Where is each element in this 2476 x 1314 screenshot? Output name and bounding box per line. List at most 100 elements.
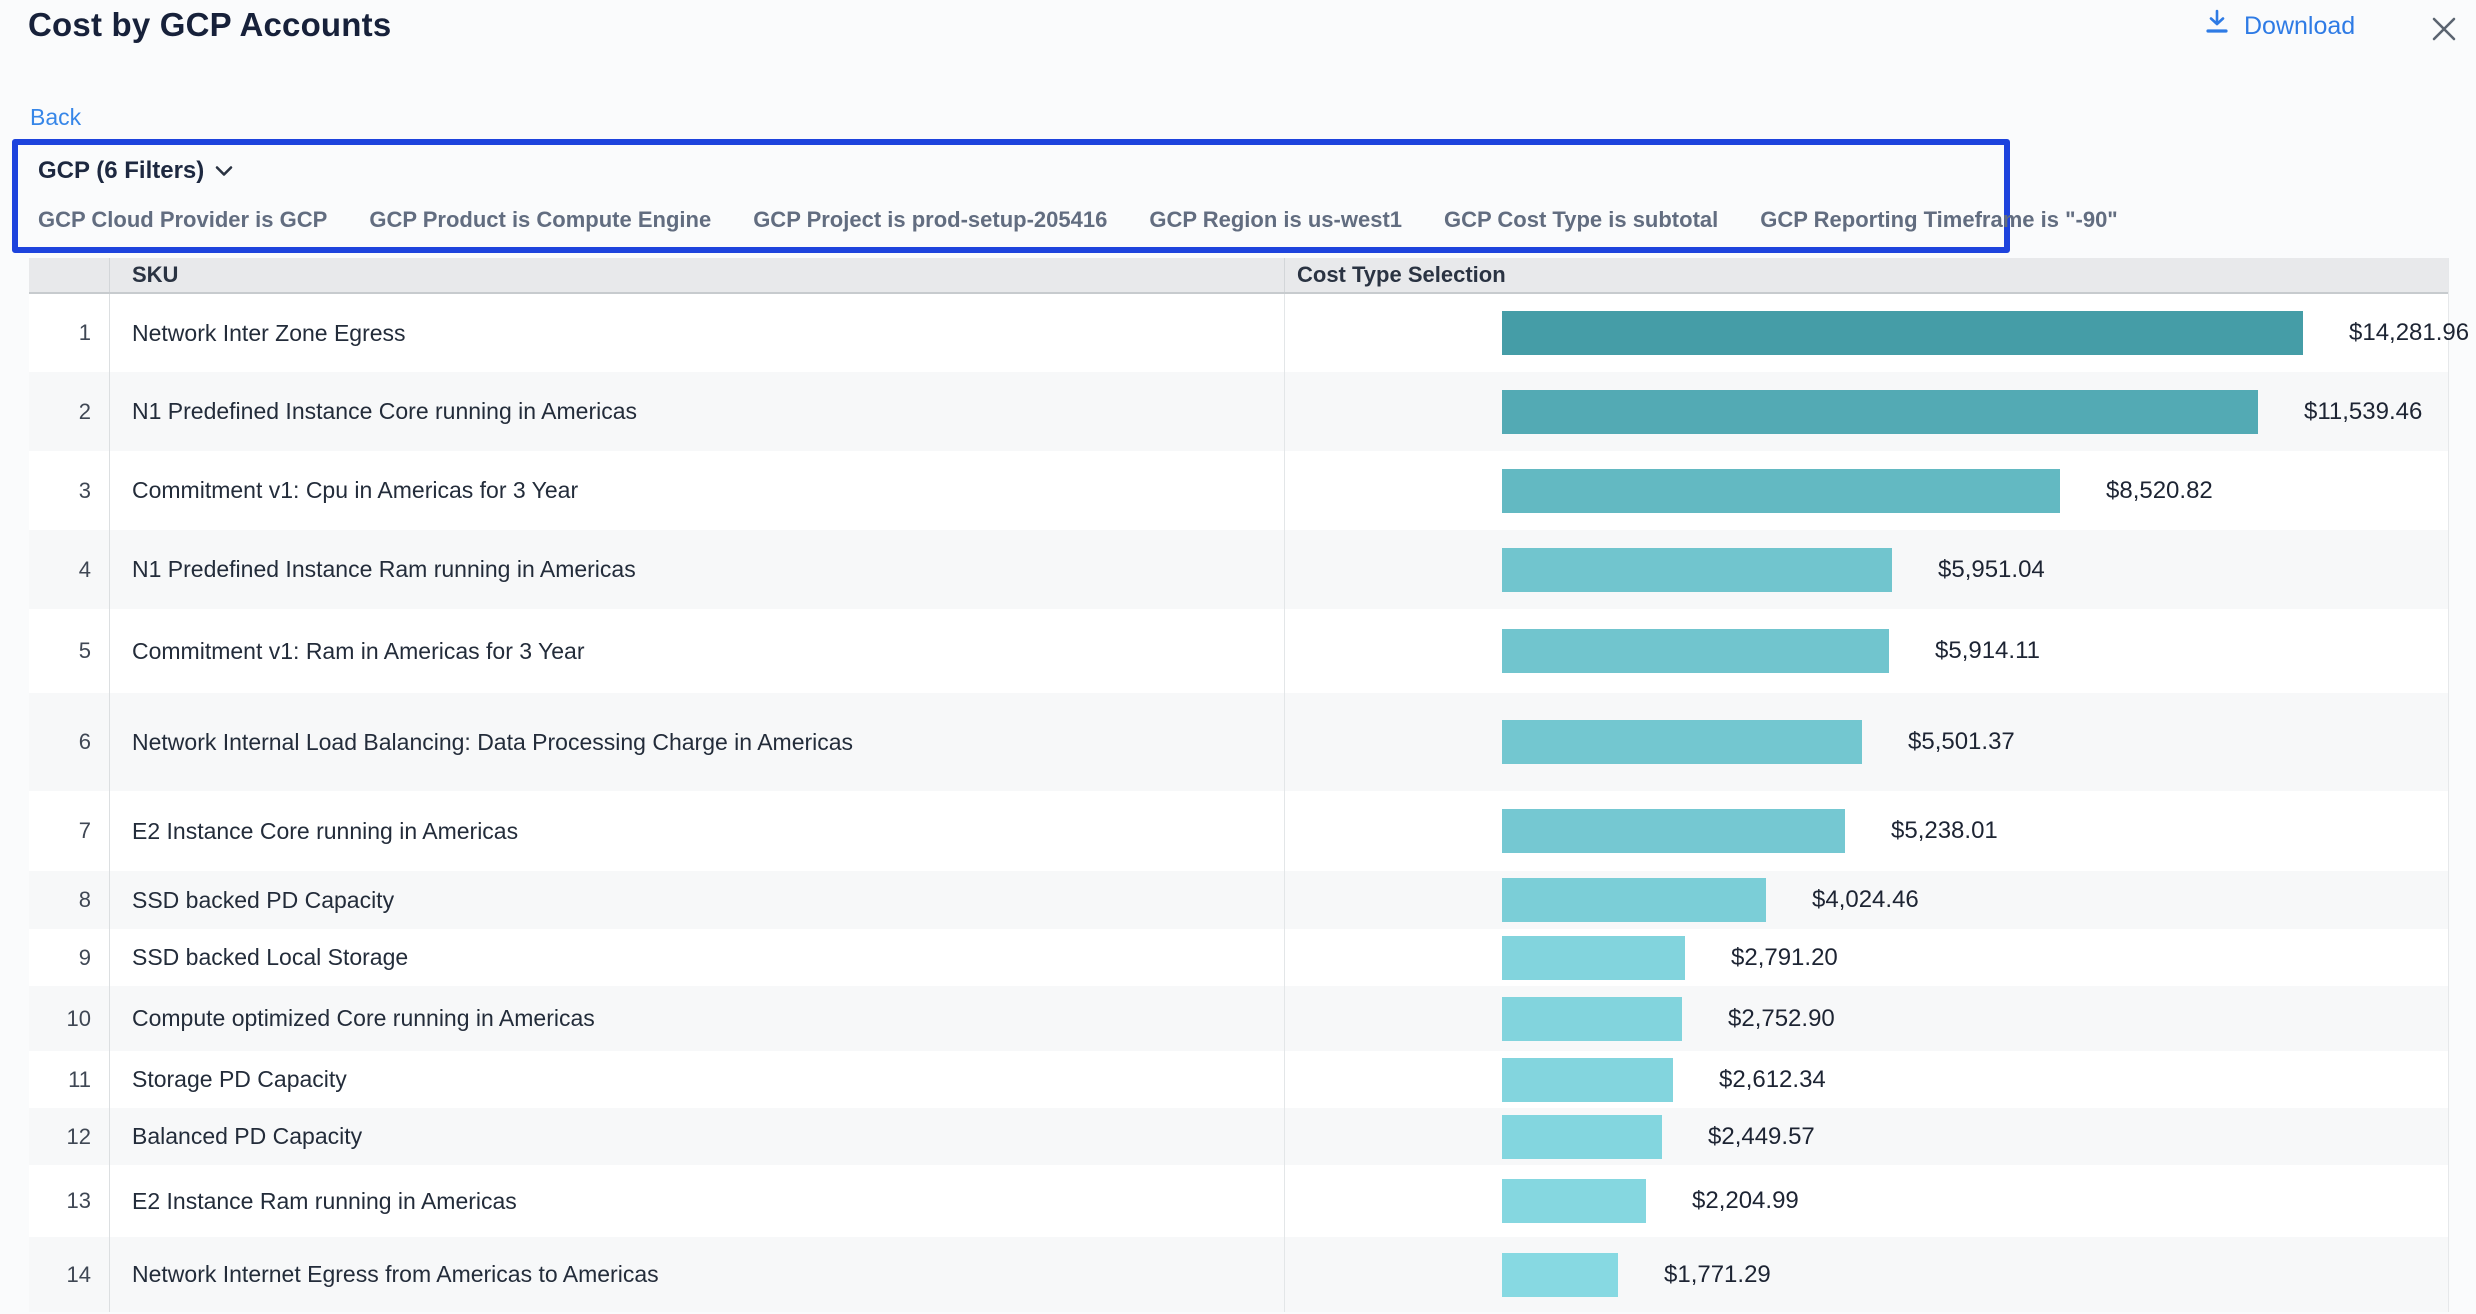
row-number: 13 bbox=[29, 1165, 110, 1237]
table-row: 3 Commitment v1: Cpu in Americas for 3 Y… bbox=[29, 451, 2448, 530]
table-body: 1 Network Inter Zone Egress $14,281.96 2… bbox=[29, 294, 2448, 1312]
cost-bar[interactable] bbox=[1502, 936, 1685, 980]
cost-table: SKU Cost Type Selection 1 Network Inter … bbox=[29, 258, 2449, 1312]
sku-cell: SSD backed PD Capacity bbox=[110, 871, 1285, 929]
cost-value-label: $5,501.37 bbox=[1908, 728, 2015, 756]
cost-bar[interactable] bbox=[1502, 548, 1892, 592]
table-row: 2 N1 Predefined Instance Core running in… bbox=[29, 372, 2448, 451]
row-number: 12 bbox=[29, 1108, 110, 1165]
table-row: 4 N1 Predefined Instance Ram running in … bbox=[29, 530, 2448, 609]
row-number: 1 bbox=[29, 294, 110, 372]
cost-bar[interactable] bbox=[1502, 720, 1862, 764]
column-header-sku: SKU bbox=[110, 258, 1285, 292]
bar-cell: $1,771.29 bbox=[1285, 1237, 2448, 1312]
sku-cell: Commitment v1: Cpu in Americas for 3 Yea… bbox=[110, 451, 1285, 530]
cost-by-gcp-accounts-panel: Cost by GCP Accounts Download Back GCP (… bbox=[0, 0, 2476, 1314]
cost-value-label: $5,951.04 bbox=[1938, 556, 2045, 584]
chevron-down-icon bbox=[214, 157, 234, 185]
bar-cell: $5,238.01 bbox=[1285, 791, 2448, 871]
cost-value-label: $4,024.46 bbox=[1812, 886, 1919, 914]
table-row: 11 Storage PD Capacity $2,612.34 bbox=[29, 1051, 2448, 1108]
cost-bar[interactable] bbox=[1502, 629, 1889, 673]
row-number: 14 bbox=[29, 1237, 110, 1312]
sku-cell: Network Internet Egress from Americas to… bbox=[110, 1237, 1285, 1312]
row-number: 11 bbox=[29, 1051, 110, 1108]
sku-cell: Network Internal Load Balancing: Data Pr… bbox=[110, 693, 1285, 791]
bar-cell: $4,024.46 bbox=[1285, 871, 2448, 929]
cost-bar[interactable] bbox=[1502, 997, 1682, 1041]
table-row: 7 E2 Instance Core running in Americas $… bbox=[29, 791, 2448, 871]
cost-value-label: $2,204.99 bbox=[1692, 1187, 1799, 1215]
back-link[interactable]: Back bbox=[30, 104, 81, 131]
row-number: 5 bbox=[29, 609, 110, 693]
cost-value-label: $2,752.90 bbox=[1728, 1005, 1835, 1033]
row-number: 4 bbox=[29, 530, 110, 609]
sku-cell: SSD backed Local Storage bbox=[110, 929, 1285, 986]
cost-value-label: $5,238.01 bbox=[1891, 817, 1998, 845]
table-row: 12 Balanced PD Capacity $2,449.57 bbox=[29, 1108, 2448, 1165]
cost-bar[interactable] bbox=[1502, 1058, 1673, 1102]
bar-cell: $2,204.99 bbox=[1285, 1165, 2448, 1237]
sku-cell: Balanced PD Capacity bbox=[110, 1108, 1285, 1165]
cost-bar[interactable] bbox=[1502, 809, 1845, 853]
filter-item[interactable]: GCP Region is us-west1 bbox=[1149, 207, 1402, 233]
column-header-index bbox=[29, 258, 110, 292]
table-header-row: SKU Cost Type Selection bbox=[29, 258, 2448, 294]
bar-cell: $2,612.34 bbox=[1285, 1051, 2448, 1108]
table-row: 5 Commitment v1: Ram in Americas for 3 Y… bbox=[29, 609, 2448, 693]
download-icon bbox=[2204, 9, 2230, 44]
table-row: 10 Compute optimized Core running in Ame… bbox=[29, 986, 2448, 1051]
row-number: 10 bbox=[29, 986, 110, 1051]
table-row: 13 E2 Instance Ram running in Americas $… bbox=[29, 1165, 2448, 1237]
column-header-cost-type-selection: Cost Type Selection bbox=[1285, 258, 2448, 292]
filter-item[interactable]: GCP Reporting Timeframe is "-90" bbox=[1760, 207, 2117, 233]
row-number: 7 bbox=[29, 791, 110, 871]
table-row: 6 Network Internal Load Balancing: Data … bbox=[29, 693, 2448, 791]
sku-cell: N1 Predefined Instance Ram running in Am… bbox=[110, 530, 1285, 609]
bar-cell: $11,539.46 bbox=[1285, 372, 2448, 451]
bar-cell: $2,449.57 bbox=[1285, 1108, 2448, 1165]
bar-cell: $5,914.11 bbox=[1285, 609, 2448, 693]
close-button[interactable] bbox=[2424, 10, 2464, 50]
sku-cell: Network Inter Zone Egress bbox=[110, 294, 1285, 372]
sku-cell: Commitment v1: Ram in Americas for 3 Yea… bbox=[110, 609, 1285, 693]
sku-cell: Storage PD Capacity bbox=[110, 1051, 1285, 1108]
bar-cell: $5,951.04 bbox=[1285, 530, 2448, 609]
bar-cell: $8,520.82 bbox=[1285, 451, 2448, 530]
download-button[interactable]: Download bbox=[2198, 8, 2361, 45]
row-number: 6 bbox=[29, 693, 110, 791]
table-row: 9 SSD backed Local Storage $2,791.20 bbox=[29, 929, 2448, 986]
sku-cell: Compute optimized Core running in Americ… bbox=[110, 986, 1285, 1051]
table-row: 1 Network Inter Zone Egress $14,281.96 bbox=[29, 294, 2448, 372]
close-icon bbox=[2424, 11, 2464, 50]
filter-item[interactable]: GCP Cost Type is subtotal bbox=[1444, 207, 1718, 233]
page-title: Cost by GCP Accounts bbox=[28, 6, 391, 44]
table-row: 14 Network Internet Egress from Americas… bbox=[29, 1237, 2448, 1312]
row-number: 3 bbox=[29, 451, 110, 530]
sku-cell: E2 Instance Core running in Americas bbox=[110, 791, 1285, 871]
cost-bar[interactable] bbox=[1502, 1115, 1662, 1159]
cost-bar[interactable] bbox=[1502, 1179, 1646, 1223]
row-number: 2 bbox=[29, 372, 110, 451]
cost-bar[interactable] bbox=[1502, 878, 1766, 922]
cost-value-label: $2,791.20 bbox=[1731, 944, 1838, 972]
filter-summary-label: GCP (6 Filters) bbox=[38, 157, 204, 185]
cost-bar[interactable] bbox=[1502, 390, 2258, 434]
filter-list: GCP Cloud Provider is GCP GCP Product is … bbox=[38, 207, 2004, 233]
bar-cell: $2,752.90 bbox=[1285, 986, 2448, 1051]
cost-bar[interactable] bbox=[1502, 1253, 1618, 1297]
filter-item[interactable]: GCP Project is prod-setup-205416 bbox=[753, 207, 1107, 233]
cost-value-label: $2,612.34 bbox=[1719, 1066, 1826, 1094]
bar-cell: $14,281.96 bbox=[1285, 294, 2448, 372]
cost-value-label: $11,539.46 bbox=[2304, 398, 2422, 426]
cost-value-label: $2,449.57 bbox=[1708, 1123, 1815, 1151]
row-number: 9 bbox=[29, 929, 110, 986]
cost-bar[interactable] bbox=[1502, 311, 2303, 355]
filter-item[interactable]: GCP Cloud Provider is GCP bbox=[38, 207, 327, 233]
cost-bar[interactable] bbox=[1502, 469, 2060, 513]
cost-value-label: $14,281.96 bbox=[2349, 319, 2469, 347]
row-number: 8 bbox=[29, 871, 110, 929]
filter-item[interactable]: GCP Product is Compute Engine bbox=[369, 207, 711, 233]
download-label: Download bbox=[2244, 12, 2355, 41]
filter-summary-dropdown[interactable]: GCP (6 Filters) bbox=[38, 157, 234, 185]
